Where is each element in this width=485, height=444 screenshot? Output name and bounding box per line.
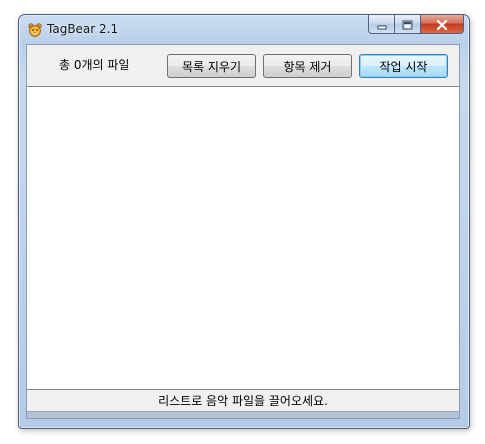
toolbar: 총 0개의 파일 목록 지우기 항목 제거 작업 시작 — [27, 45, 459, 86]
client-area: 총 0개의 파일 목록 지우기 항목 제거 작업 시작 리스트로 음악 파일을 … — [26, 44, 460, 419]
file-list[interactable] — [27, 86, 459, 390]
minimize-button[interactable] — [368, 15, 394, 34]
file-count-label: 총 0개의 파일 — [59, 58, 130, 72]
close-icon — [436, 15, 448, 34]
status-bar: 리스트로 음악 파일을 끌어오세요. — [27, 390, 459, 411]
close-button[interactable] — [420, 15, 464, 34]
window-title: TagBear 2.1 — [47, 22, 119, 36]
minimize-icon — [377, 15, 387, 34]
status-message: 리스트로 음악 파일을 끌어오세요. — [158, 394, 328, 408]
title-bar[interactable]: TagBear 2.1 — [19, 15, 469, 44]
maximize-button[interactable] — [394, 15, 420, 34]
maximize-icon — [402, 15, 413, 34]
caption-buttons — [368, 15, 464, 35]
clear-list-button[interactable]: 목록 지우기 — [167, 54, 256, 78]
status-bar-edge — [27, 411, 459, 418]
remove-item-button[interactable]: 항목 제거 — [263, 54, 352, 78]
app-window: TagBear 2.1 총 0개의 파일 목록 지우기 항목 제거 작업 시작 … — [18, 14, 470, 429]
start-task-button[interactable]: 작업 시작 — [359, 54, 448, 78]
bear-icon[interactable] — [28, 22, 42, 37]
